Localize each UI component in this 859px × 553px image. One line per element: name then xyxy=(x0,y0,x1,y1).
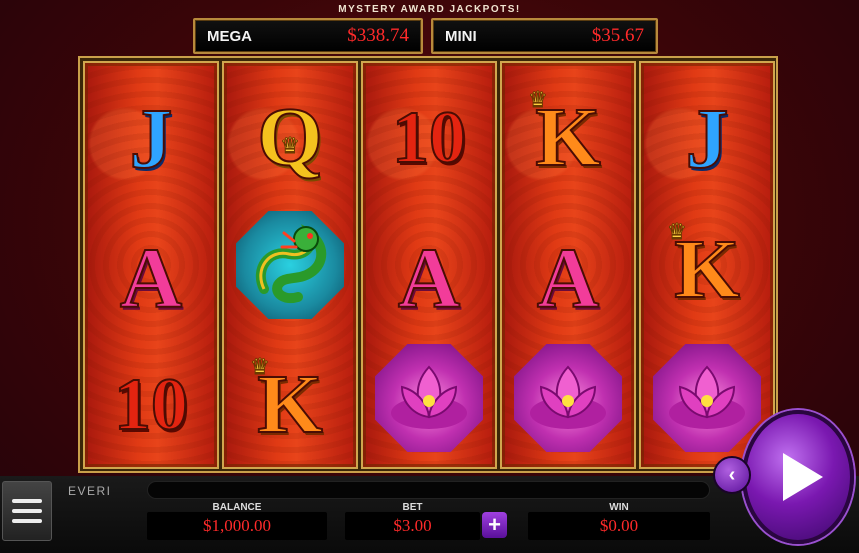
reel-1: J A 10 xyxy=(83,61,219,469)
jackpot-title: MYSTERY AWARD JACKPOTS! xyxy=(338,4,521,15)
symbol-a: A xyxy=(119,230,183,326)
brand-logo: EVERI xyxy=(68,484,112,498)
crown-icon: ♛ xyxy=(250,354,271,380)
mini-label: MINI xyxy=(445,27,477,45)
win-value: $0.00 xyxy=(528,512,710,540)
crown-icon: ♛ xyxy=(528,87,549,113)
spin-button[interactable] xyxy=(742,410,854,544)
crown-icon: ♛ xyxy=(667,219,688,245)
balance-value: $1,000.00 xyxy=(147,512,327,540)
lotus-icon xyxy=(375,344,483,452)
mega-jackpot-display: MEGA $338.74 xyxy=(193,18,423,54)
play-icon xyxy=(783,453,823,501)
lotus-icon xyxy=(653,344,761,452)
lotus-icon xyxy=(514,344,622,452)
symbol-ten: 10 xyxy=(391,97,467,179)
symbol-k: K ♛ xyxy=(528,87,602,184)
reel-4: K ♛ A xyxy=(500,61,636,469)
plus-icon[interactable]: + xyxy=(482,512,507,538)
mini-jackpot-display: MINI $35.67 xyxy=(431,18,658,54)
symbol-lotus xyxy=(502,339,634,457)
mega-amount: $338.74 xyxy=(347,25,409,46)
message-bar xyxy=(147,481,710,499)
crown-icon: ♛ xyxy=(280,133,301,159)
symbol-dragon xyxy=(224,206,356,324)
symbol-k: K ♛ xyxy=(667,219,741,316)
symbol-j: J xyxy=(129,90,174,186)
symbol-a: A xyxy=(536,230,600,326)
hamburger-icon[interactable] xyxy=(2,481,52,541)
symbol-k: K ♛ xyxy=(250,354,324,451)
dragon-icon xyxy=(236,211,344,319)
mini-amount: $35.67 xyxy=(591,25,644,46)
bet-value: $3.00 xyxy=(345,512,480,540)
symbol-ten: 10 xyxy=(113,364,189,446)
reel-5: J K ♛ xyxy=(639,61,775,469)
symbol-a: A xyxy=(397,230,461,326)
reel-2: Q ♛ K ♛ xyxy=(222,61,358,469)
chevron-left-icon[interactable]: ‹ xyxy=(713,456,751,494)
symbol-q: Q ♛ xyxy=(256,91,323,184)
reels-frame: J A 10 Q ♛ K ♛ 10 A K ♛ A J K ♛ xyxy=(78,56,778,473)
reel-3: 10 A xyxy=(361,61,497,469)
mega-label: MEGA xyxy=(207,27,252,45)
symbol-j: J xyxy=(685,90,730,186)
symbol-lotus xyxy=(363,339,495,457)
